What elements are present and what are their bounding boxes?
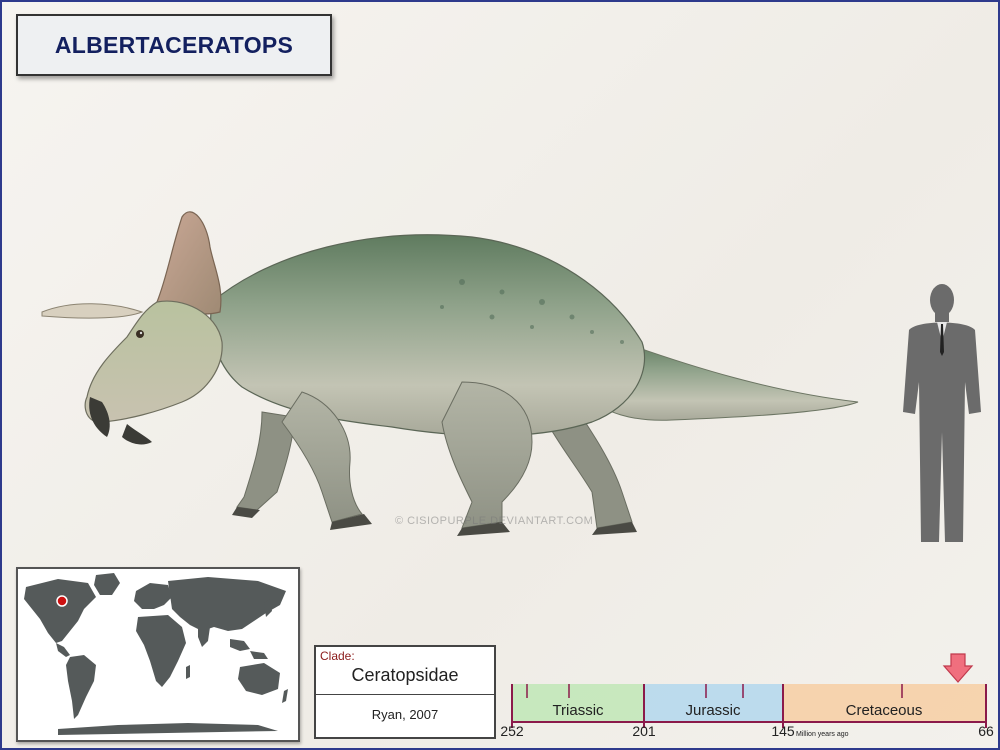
- boundary-label-jurassic-end: 145: [771, 723, 795, 739]
- period-cretaceous: Cretaceous: [846, 702, 923, 719]
- boundary-label-cretaceous-end: 66: [978, 723, 994, 739]
- clade-value: Ceratopsidae: [351, 665, 459, 685]
- period-triassic: Triassic: [552, 702, 604, 719]
- clade-box: Clade: Ceratopsidae Ryan, 2007: [314, 645, 496, 739]
- time-marker-arrow: [942, 653, 974, 683]
- watermark: © CISIOPURPLE.DEVIANTART.COM: [395, 515, 594, 527]
- clade-divider: [316, 694, 494, 695]
- human-silhouette-scale: [903, 284, 981, 542]
- author-citation: Ryan, 2007: [371, 707, 439, 722]
- species-title: ALBERTACERATOPS: [54, 31, 294, 58]
- clade-label: Clade:: [320, 649, 355, 663]
- poster-frame: ALBERTACERATOPS © CISIOPURPLE.DEVIANTART…: [0, 0, 1000, 750]
- range-map-box: [16, 567, 300, 742]
- period-jurassic: Jurassic: [685, 702, 741, 719]
- albertaceratops-illustration: [41, 211, 859, 536]
- geologic-timeline: Triassic Jurassic Cretaceous 252 201 145…: [500, 653, 994, 739]
- boundary-label-start: 252: [500, 723, 524, 739]
- boundary-label-triassic-end: 201: [632, 723, 656, 739]
- title-box: ALBERTACERATOPS: [16, 14, 332, 76]
- location-marker-dot: [56, 595, 68, 607]
- timeline-unit: Million years ago: [796, 731, 849, 738]
- world-map: [18, 569, 294, 736]
